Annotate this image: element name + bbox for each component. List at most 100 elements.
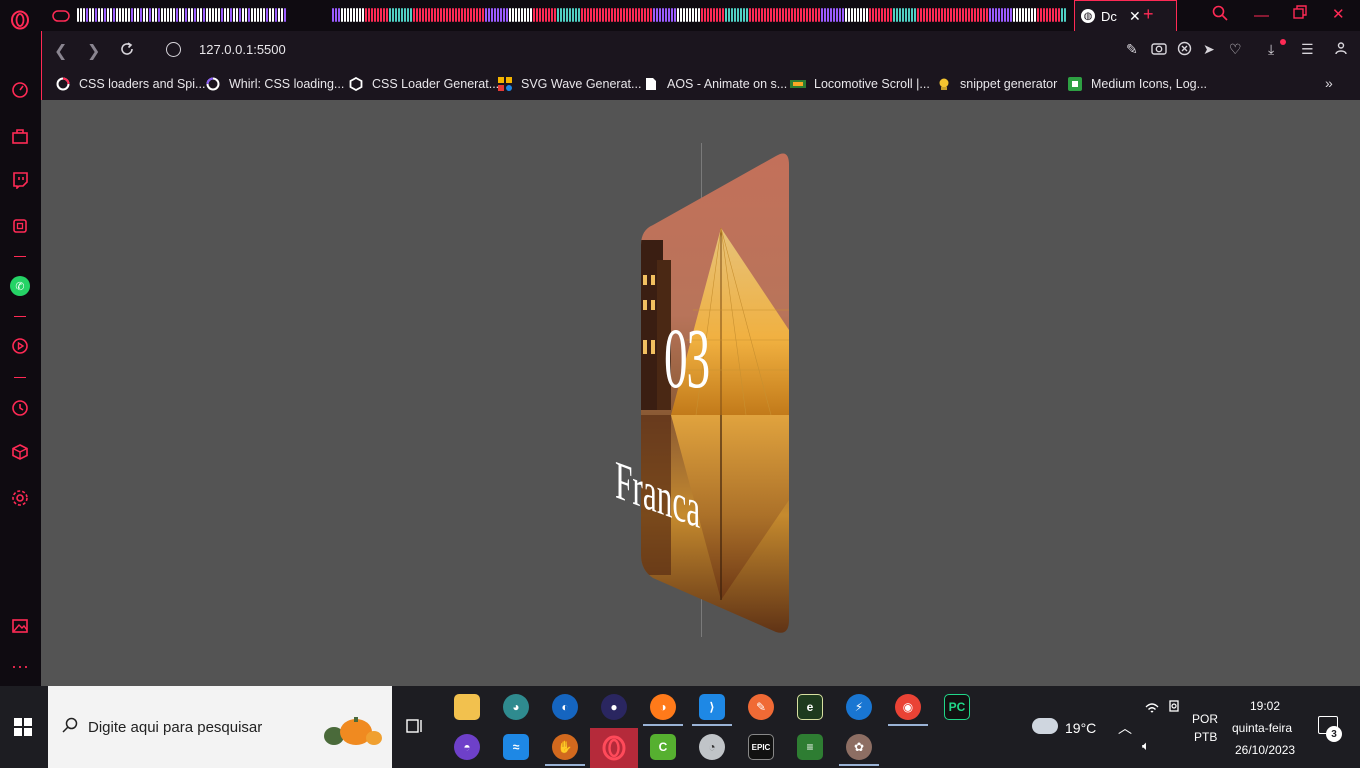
firefox-dev-icon[interactable]: ◐ [552, 694, 578, 720]
collapsed-tab[interactable] [221, 8, 223, 22]
collapsed-tab[interactable] [128, 8, 130, 22]
collapsed-tab[interactable] [371, 8, 373, 22]
bookmark-item[interactable]: Medium Icons, Log... [1067, 76, 1207, 92]
collapsed-tab[interactable] [866, 8, 868, 22]
collapsed-tab[interactable] [857, 8, 859, 22]
collapsed-tab[interactable] [764, 8, 766, 22]
collapsed-tab[interactable] [917, 8, 919, 22]
collapsed-tab[interactable] [941, 8, 943, 22]
shopping-icon[interactable] [10, 126, 30, 146]
collapsed-tab[interactable] [236, 8, 238, 22]
collapsed-tab[interactable] [902, 8, 904, 22]
collapsed-tab[interactable] [422, 8, 424, 22]
collapsed-tab[interactable] [203, 8, 205, 22]
collapsed-tab[interactable] [104, 8, 106, 22]
collapsed-tab[interactable] [386, 8, 388, 22]
collapsed-tab[interactable] [746, 8, 748, 22]
language-line1[interactable]: POR [1192, 712, 1218, 726]
collapsed-tab[interactable] [392, 8, 394, 22]
collapsed-tab[interactable] [182, 8, 184, 22]
collapsed-tab[interactable] [527, 8, 529, 22]
collapsed-tab[interactable] [584, 8, 586, 22]
collapsed-tab[interactable] [626, 8, 628, 22]
collapsed-tab[interactable] [161, 8, 163, 22]
collapsed-tab[interactable] [311, 8, 313, 22]
collapsed-tab[interactable] [491, 8, 493, 22]
collapsed-tab[interactable] [230, 8, 232, 22]
collapsed-tab[interactable] [785, 8, 787, 22]
collapsed-tab[interactable] [320, 8, 322, 22]
collapsed-tab[interactable] [119, 8, 121, 22]
collapsed-tab[interactable] [476, 8, 478, 22]
dolphin-icon[interactable]: ≈ [503, 734, 529, 760]
collapsed-tab[interactable] [944, 8, 946, 22]
settings-icon[interactable] [10, 488, 30, 508]
collapsed-tab[interactable] [314, 8, 316, 22]
collapsed-tab[interactable] [593, 8, 595, 22]
collapsed-tab[interactable] [404, 8, 406, 22]
collapsed-tab[interactable] [374, 8, 376, 22]
close-icon[interactable]: ✕ [1129, 8, 1141, 25]
collapsed-tab[interactable] [890, 8, 892, 22]
easy-setup-icon[interactable]: ☰ [1301, 41, 1314, 58]
collapsed-tab[interactable] [818, 8, 820, 22]
collapsed-tab[interactable] [365, 8, 367, 22]
collapsed-tab[interactable] [317, 8, 319, 22]
collapsed-tab[interactable] [458, 8, 460, 22]
collapsed-tab[interactable] [872, 8, 874, 22]
adblock-icon[interactable] [1177, 41, 1192, 59]
send-icon[interactable]: ➤ [1203, 41, 1215, 58]
collapsed-tab[interactable] [143, 8, 145, 22]
collapsed-tab[interactable] [608, 8, 610, 22]
collapsed-tab[interactable] [641, 8, 643, 22]
collapsed-tab[interactable] [290, 8, 292, 22]
collapsed-tab[interactable] [284, 8, 286, 22]
collapsed-tab[interactable] [131, 8, 133, 22]
collapsed-tab[interactable] [782, 8, 784, 22]
collapsed-tab[interactable] [413, 8, 415, 22]
collapsed-tab[interactable] [83, 8, 85, 22]
collapsed-tab[interactable] [551, 8, 553, 22]
collapsed-tab[interactable] [665, 8, 667, 22]
collapsed-tab[interactable] [497, 8, 499, 22]
layers-icon[interactable]: ≡ [797, 734, 823, 760]
collapsed-tab[interactable] [209, 8, 211, 22]
clock-time[interactable]: 19:02 [1250, 699, 1280, 713]
collapsed-tab[interactable] [347, 8, 349, 22]
collapsed-tab[interactable] [179, 8, 181, 22]
collapsed-tab[interactable] [95, 8, 97, 22]
collapsed-tab[interactable] [344, 8, 346, 22]
collapsed-tab[interactable] [605, 8, 607, 22]
collapsed-tab[interactable] [233, 8, 235, 22]
collapsed-tab[interactable] [149, 8, 151, 22]
collapsed-tab[interactable] [125, 8, 127, 22]
collapsed-tab[interactable] [806, 8, 808, 22]
collapsed-tab[interactable] [323, 8, 325, 22]
collapsed-tab[interactable] [926, 8, 928, 22]
collapsed-tab[interactable] [971, 8, 973, 22]
collapsed-tab[interactable] [428, 8, 430, 22]
collapsed-tab[interactable] [293, 8, 295, 22]
bookmark-item[interactable]: Locomotive Scroll |... [790, 76, 930, 92]
collapsed-tab[interactable] [275, 8, 277, 22]
collapsed-tab[interactable] [878, 8, 880, 22]
collapsed-tab[interactable] [176, 8, 178, 22]
collapsed-tab[interactable] [881, 8, 883, 22]
taskbar-search[interactable]: Digite aqui para pesquisar [48, 686, 392, 768]
collapsed-tab[interactable] [629, 8, 631, 22]
collapsed-tab[interactable] [368, 8, 370, 22]
bookmark-item[interactable]: snippet generator [936, 76, 1057, 92]
opera-taskbar-active[interactable] [590, 728, 638, 768]
collapsed-tab[interactable] [407, 8, 409, 22]
collapsed-tab[interactable] [638, 8, 640, 22]
collapsed-tab[interactable] [263, 8, 265, 22]
collapsed-tab[interactable] [740, 8, 742, 22]
collapsed-tab[interactable] [542, 8, 544, 22]
collapsed-tab[interactable] [245, 8, 247, 22]
collapsed-tab[interactable] [155, 8, 157, 22]
baseball-glove-icon[interactable]: ✋ [552, 734, 578, 760]
gamepad-icon[interactable] [51, 6, 71, 26]
collapsed-tab[interactable] [116, 8, 118, 22]
collapsed-tab[interactable] [992, 8, 994, 22]
collapsed-tab[interactable] [338, 8, 340, 22]
